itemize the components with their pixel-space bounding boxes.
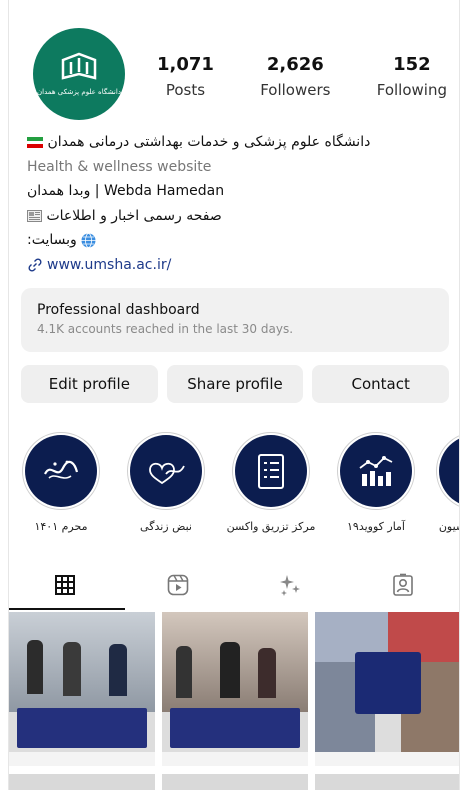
stat-label: Following xyxy=(376,81,447,99)
highlight-item[interactable]: نبض زندگی xyxy=(126,432,206,533)
profile-name: دانشگاه علوم پزشکی و خدمات بهداشتی درمان… xyxy=(47,134,371,150)
tagged-person-icon xyxy=(392,573,413,596)
post-thumbnail[interactable] xyxy=(9,612,155,766)
highlight-cover xyxy=(235,435,307,507)
stat-label: Posts xyxy=(165,81,206,99)
post-thumbnail[interactable] xyxy=(162,774,308,790)
stat-label: Followers xyxy=(260,81,331,99)
post-footer xyxy=(9,752,155,766)
highlight-label: سیون xyxy=(438,520,459,533)
reels-icon xyxy=(167,574,189,596)
highlight-ring xyxy=(232,432,310,510)
highlight-cover xyxy=(130,435,202,507)
highlight-item[interactable]: مرکز تزریق واکسن xyxy=(227,432,315,533)
tab-ai-sparkles[interactable] xyxy=(234,560,347,610)
post-footer xyxy=(315,752,459,766)
bio-line-3: صفحه رسمی اخبار و اطلاعات xyxy=(46,207,222,224)
highlight-label: نبض زندگی xyxy=(140,520,192,533)
website-link[interactable]: www.umsha.ac.ir/ xyxy=(27,253,447,278)
post-caption-band xyxy=(355,652,421,714)
globe-icon xyxy=(81,232,96,248)
edit-profile-button[interactable]: Edit profile xyxy=(21,365,158,403)
highlight-item[interactable]: سیون xyxy=(435,432,459,533)
post-thumbnail[interactable] xyxy=(9,774,155,790)
bio-line-4: :وبسایت xyxy=(27,232,77,248)
post-footer xyxy=(162,752,308,766)
content-tabs xyxy=(9,560,459,610)
contact-button[interactable]: Contact xyxy=(312,365,450,403)
bio-line-4-row: :وبسایت xyxy=(27,228,447,253)
highlight-label: محرم ۱۴۰۱ xyxy=(34,520,88,533)
stat-value: 152 xyxy=(393,54,431,75)
post-figure xyxy=(63,642,81,696)
post-figure xyxy=(109,644,127,696)
tab-tagged[interactable] xyxy=(347,560,460,610)
stat-followers[interactable]: 2,626 Followers xyxy=(260,54,330,99)
share-profile-button[interactable]: Share profile xyxy=(166,365,304,403)
post-caption-band xyxy=(170,708,300,748)
active-tab-indicator xyxy=(9,608,125,610)
highlight-item[interactable]: آمار کووید۱۹ xyxy=(336,432,416,533)
profile-screen: دانشگاه علوم پزشکی همدان 1,071 Posts 2,6… xyxy=(8,0,460,790)
highlight-item[interactable]: محرم ۱۴۰۱ xyxy=(21,432,101,533)
post-figure xyxy=(176,646,192,698)
sparkles-icon xyxy=(280,575,301,596)
profile-bio: دانشگاه علوم پزشکی و خدمات بهداشتی درمان… xyxy=(27,130,447,277)
post-thumbnail[interactable] xyxy=(162,612,308,766)
highlight-ring xyxy=(22,432,100,510)
tab-reels[interactable] xyxy=(122,560,235,610)
post-figure xyxy=(27,640,43,694)
post-figure xyxy=(258,648,276,698)
stat-posts[interactable]: 1,071 Posts xyxy=(157,54,214,99)
post-thumbnail[interactable] xyxy=(315,774,459,790)
post-caption-band xyxy=(17,708,147,748)
stat-value: 1,071 xyxy=(157,54,214,75)
stats-row: 1,071 Posts 2,626 Followers 152 Followin… xyxy=(157,54,447,99)
tab-posts-grid[interactable] xyxy=(9,560,122,610)
heartbeat-icon xyxy=(149,462,185,485)
posts-grid xyxy=(9,612,459,790)
clipboard-icon xyxy=(258,454,284,489)
stat-following[interactable]: 152 Following xyxy=(377,54,447,99)
highlight-ring xyxy=(127,432,205,510)
highlight-cover xyxy=(340,435,412,507)
profile-actions: Edit profile Share profile Contact xyxy=(21,365,450,403)
chart-icon xyxy=(359,456,393,486)
grid-icon xyxy=(55,575,76,595)
bio-name-line: دانشگاه علوم پزشکی و خدمات بهداشتی درمان… xyxy=(27,130,447,155)
highlight-cover xyxy=(439,435,459,507)
newspaper-icon xyxy=(27,209,42,222)
dashboard-title: Professional dashboard xyxy=(37,302,200,318)
calligraphy-icon xyxy=(44,460,79,479)
iran-flag-icon xyxy=(27,136,43,148)
highlight-label: مرکز تزریق واکسن xyxy=(226,520,316,533)
profile-category: Health & wellness website xyxy=(27,158,212,175)
highlight-cover xyxy=(25,435,97,507)
highlight-ring xyxy=(436,432,459,510)
university-logo-icon xyxy=(61,52,97,80)
highlight-label: آمار کووید۱۹ xyxy=(346,520,405,533)
website-url: www.umsha.ac.ir/ xyxy=(47,256,172,273)
avatar-text: دانشگاه علوم پزشکی همدان xyxy=(37,88,121,96)
post-figure xyxy=(220,642,240,698)
link-icon xyxy=(28,258,42,272)
bio-line-2: وبدا همدان | Webda Hamedan xyxy=(27,183,225,199)
highlight-ring xyxy=(337,432,415,510)
avatar[interactable]: دانشگاه علوم پزشکی همدان xyxy=(33,28,125,120)
profile-header: دانشگاه علوم پزشکی همدان 1,071 Posts 2,6… xyxy=(9,24,459,124)
story-highlights: محرم ۱۴۰۱ نبض زندگی مرکز تزریق واکسن آما… xyxy=(9,432,459,542)
post-thumbnail[interactable] xyxy=(315,612,459,766)
dashboard-subtitle: 4.1K accounts reached in the last 30 day… xyxy=(37,322,294,336)
professional-dashboard[interactable]: Professional dashboard 4.1K accounts rea… xyxy=(21,288,449,352)
bio-line-3-row: صفحه رسمی اخبار و اطلاعات xyxy=(27,204,447,229)
stat-value: 2,626 xyxy=(266,54,324,75)
